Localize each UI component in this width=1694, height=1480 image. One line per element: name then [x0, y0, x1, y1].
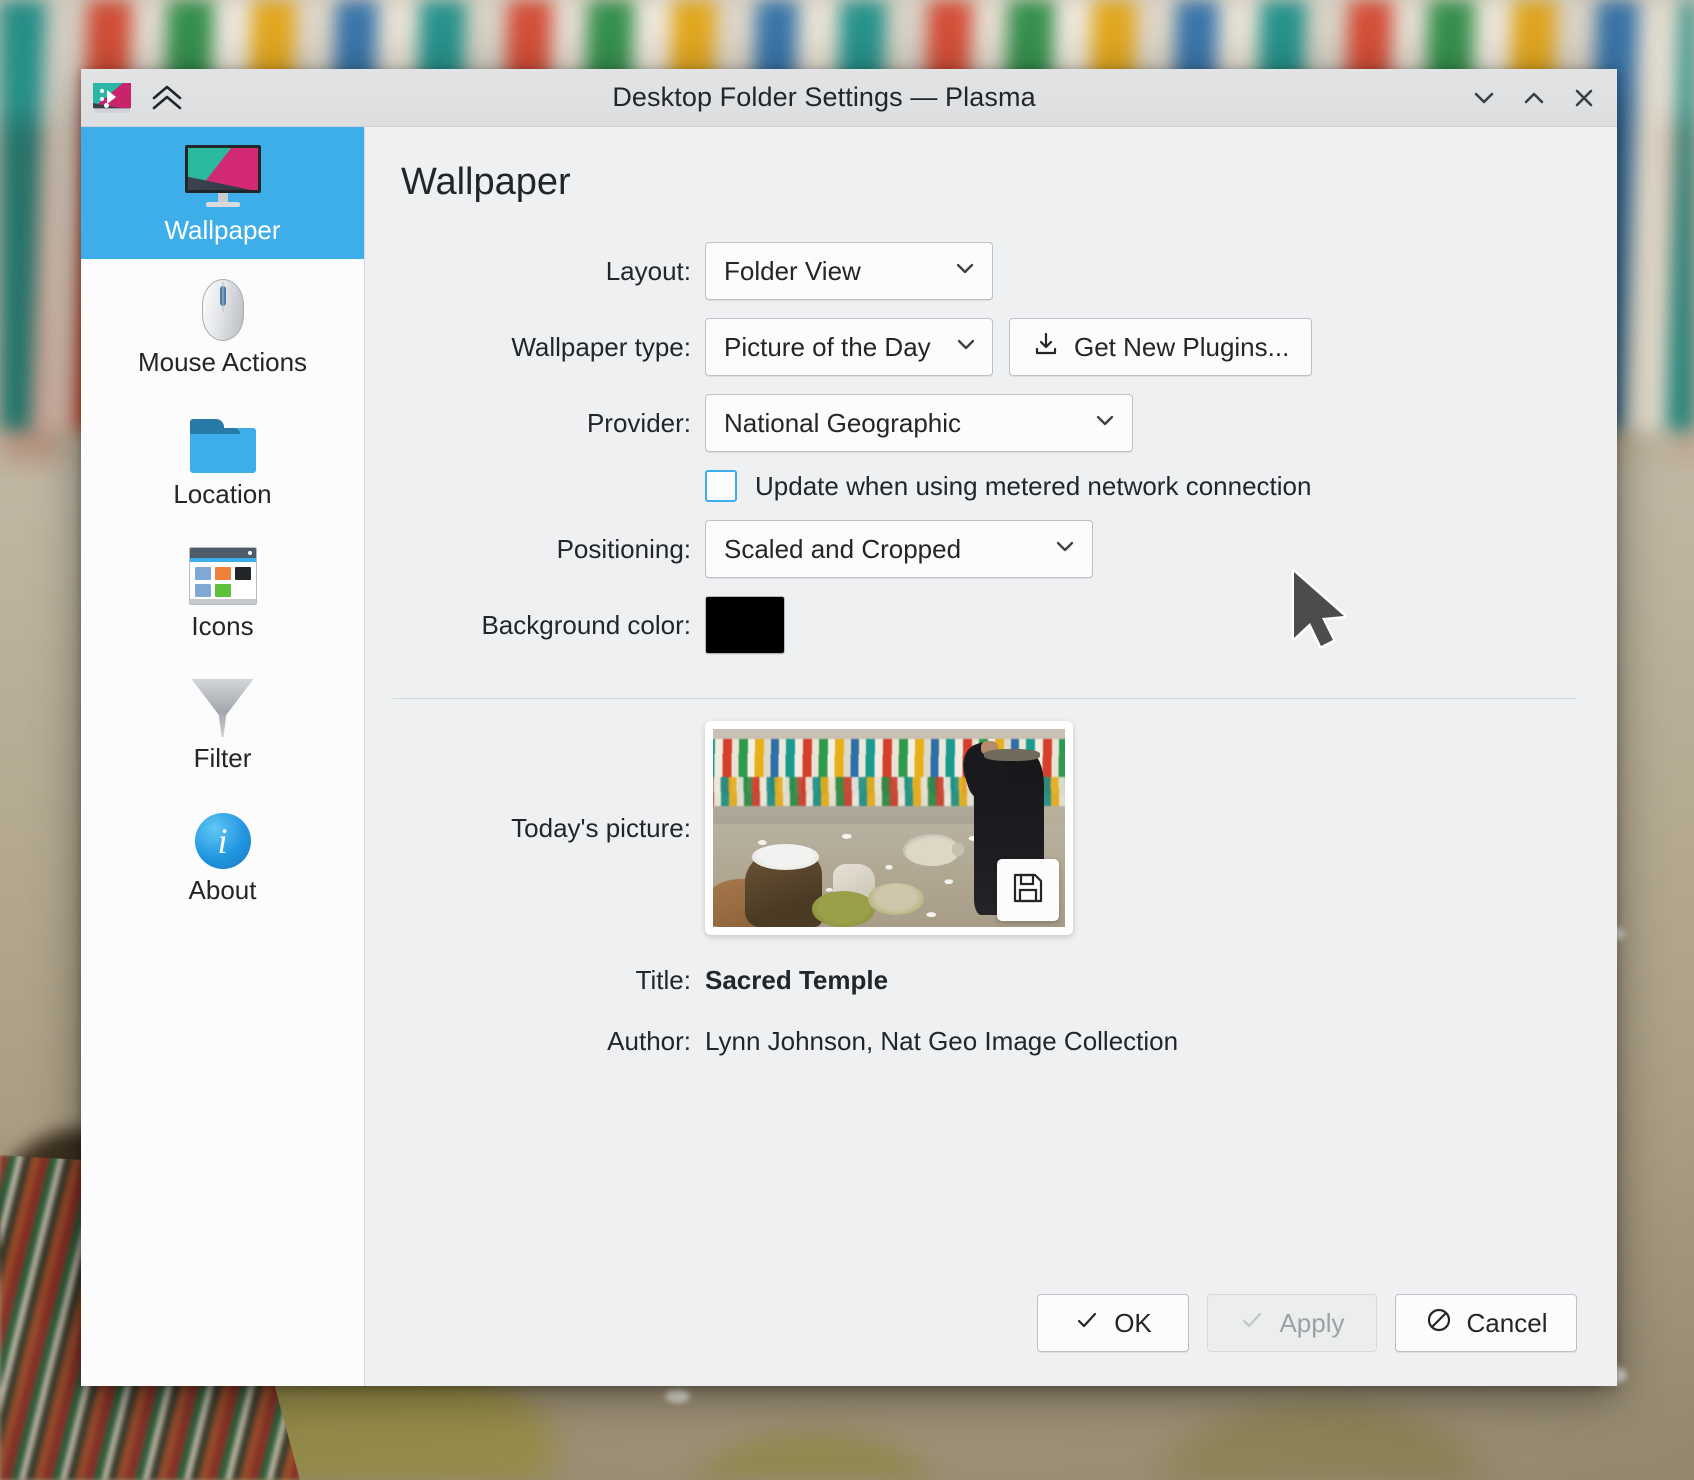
- maximize-button[interactable]: [1511, 75, 1557, 121]
- wallpaper-type-value: Picture of the Day: [724, 331, 931, 362]
- layout-value: Folder View: [724, 255, 861, 286]
- floppy-disk-save-icon: [1011, 871, 1045, 910]
- row-picture-author: Author: Lynn Johnson, Nat Geo Image Coll…: [393, 1026, 1577, 1057]
- row-todays-picture: Today's picture:: [393, 721, 1577, 935]
- title-bar[interactable]: Desktop Folder Settings — Plasma: [81, 69, 1617, 127]
- row-picture-title: Title: Sacred Temple: [393, 965, 1577, 996]
- settings-sidebar: Wallpaper Mouse Actions Location Icons F…: [81, 127, 365, 1386]
- apply-button: Apply: [1207, 1294, 1377, 1352]
- minimize-button[interactable]: [1461, 75, 1507, 121]
- metered-label[interactable]: Update when using metered network connec…: [755, 471, 1311, 502]
- provider-value: National Geographic: [724, 407, 962, 438]
- row-layout: Layout: Folder View: [393, 242, 1577, 300]
- sidebar-item-wallpaper[interactable]: Wallpaper: [81, 127, 364, 259]
- dialog-button-box: OK Apply Cancel: [393, 1294, 1577, 1386]
- sidebar-item-filter[interactable]: Filter: [81, 655, 364, 787]
- chevron-down-icon: [1052, 533, 1078, 566]
- ok-button[interactable]: OK: [1037, 1294, 1189, 1352]
- label-provider: Provider:: [586, 407, 691, 438]
- window-title: Desktop Folder Settings — Plasma: [612, 82, 1036, 112]
- save-picture-button[interactable]: [997, 859, 1059, 921]
- sidebar-item-icons[interactable]: Icons: [81, 523, 364, 655]
- window-body: Wallpaper Mouse Actions Location Icons F…: [81, 127, 1617, 1386]
- label-background-color: Background color:: [481, 609, 691, 640]
- label-wallpaper-type: Wallpaper type:: [511, 331, 691, 362]
- todays-picture-frame[interactable]: [705, 721, 1073, 935]
- get-new-plugins-label: Get New Plugins...: [1074, 331, 1290, 362]
- plasma-desktop-icon: [93, 82, 131, 113]
- sidebar-label-mouse-actions: Mouse Actions: [137, 347, 308, 377]
- monitor-icon: [184, 145, 261, 209]
- row-metered: Update when using metered network connec…: [393, 470, 1577, 502]
- settings-main-pane: Wallpaper Layout: Folder View Wallpaper …: [365, 127, 1617, 1386]
- picture-author-value: Lynn Johnson, Nat Geo Image Collection: [705, 1026, 1179, 1056]
- layout-combobox[interactable]: Folder View: [705, 242, 993, 300]
- chevron-down-icon: [1092, 407, 1118, 440]
- row-provider: Provider: National Geographic: [393, 394, 1577, 452]
- info-icon: i: [194, 805, 251, 869]
- ok-label: OK: [1114, 1307, 1152, 1338]
- label-todays-picture: Today's picture:: [511, 812, 691, 843]
- apply-label: Apply: [1279, 1307, 1345, 1338]
- sidebar-item-mouse-actions[interactable]: Mouse Actions: [81, 259, 364, 391]
- section-divider: [393, 698, 1577, 699]
- label-picture-title: Title:: [635, 965, 691, 995]
- row-background-color: Background color:: [393, 596, 1577, 654]
- close-button[interactable]: [1561, 75, 1607, 121]
- desktop-background: Desktop Folder Settings — Plasma Wallpap…: [0, 0, 1694, 1480]
- page-title: Wallpaper: [401, 161, 571, 203]
- sidebar-label-about: About: [188, 875, 257, 905]
- metered-checkbox[interactable]: [705, 470, 737, 502]
- provider-combobox[interactable]: National Geographic: [705, 394, 1133, 452]
- wallpaper-type-combobox[interactable]: Picture of the Day: [705, 318, 993, 376]
- chevron-down-icon: [953, 331, 979, 364]
- sidebar-item-about[interactable]: i About: [81, 787, 364, 919]
- settings-window: Desktop Folder Settings — Plasma Wallpap…: [81, 69, 1617, 1386]
- funnel-icon: [191, 673, 254, 737]
- cancel-icon: [1425, 1306, 1453, 1341]
- sidebar-label-filter: Filter: [193, 743, 252, 773]
- window-controls: [1461, 75, 1607, 121]
- check-icon: [1239, 1307, 1265, 1340]
- cancel-button[interactable]: Cancel: [1395, 1294, 1577, 1352]
- label-positioning: Positioning:: [556, 533, 691, 564]
- double-chevron-up-icon[interactable]: [147, 78, 187, 118]
- download-icon: [1032, 330, 1060, 365]
- check-icon: [1074, 1307, 1100, 1340]
- sidebar-label-wallpaper: Wallpaper: [164, 215, 281, 245]
- label-picture-author: Author:: [607, 1026, 691, 1056]
- sidebar-label-location: Location: [173, 479, 272, 509]
- sidebar-label-icons: Icons: [191, 611, 254, 641]
- positioning-combobox[interactable]: Scaled and Cropped: [705, 520, 1093, 578]
- mouse-icon: [201, 277, 244, 341]
- get-new-plugins-button[interactable]: Get New Plugins...: [1009, 318, 1313, 376]
- background-color-swatch[interactable]: [705, 596, 785, 654]
- positioning-value: Scaled and Cropped: [724, 533, 962, 564]
- picture-title-value: Sacred Temple: [705, 965, 889, 995]
- sidebar-item-location[interactable]: Location: [81, 391, 364, 523]
- icons-view-icon: [188, 541, 257, 605]
- row-wallpaper-type: Wallpaper type: Picture of the Day Get N…: [393, 318, 1577, 376]
- title-bar-left: [93, 78, 187, 118]
- row-positioning: Positioning: Scaled and Cropped: [393, 520, 1577, 578]
- label-layout: Layout:: [605, 255, 691, 286]
- chevron-down-icon: [952, 255, 978, 288]
- folder-icon: [189, 409, 256, 473]
- cancel-label: Cancel: [1466, 1307, 1548, 1338]
